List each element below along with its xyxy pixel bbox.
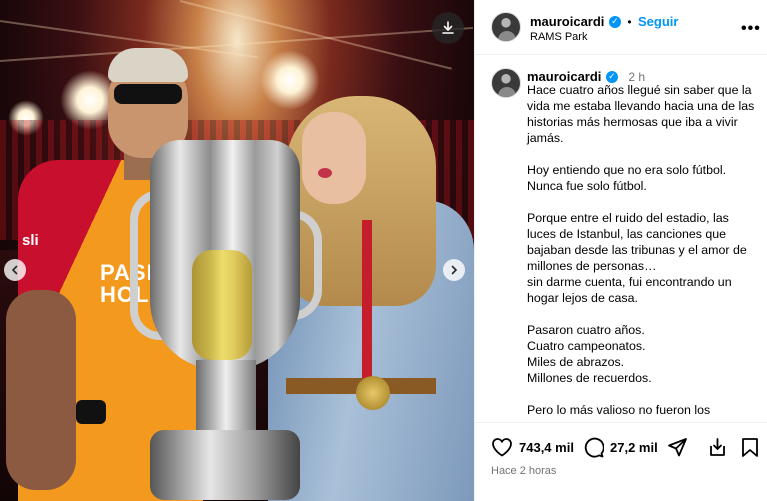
comments-count[interactable]: 27,2 mil: [610, 440, 658, 455]
stadium-light: [260, 50, 320, 110]
header-user-row: mauroicardi ✓ • Seguir: [530, 13, 678, 31]
trophy-base: [150, 430, 300, 500]
follow-button[interactable]: Seguir: [638, 14, 678, 29]
post-actions: 743,4 mil 27,2 mil Hace 2 horas: [475, 422, 767, 501]
bookmark-icon: [742, 438, 758, 457]
post-header: mauroicardi ✓ • Seguir RAMS Park •••: [475, 0, 767, 55]
woman-face: [302, 112, 366, 204]
download-icon: [442, 21, 454, 34]
medal-ribbon: [362, 220, 372, 390]
next-image-button[interactable]: [443, 259, 465, 281]
previous-image-button[interactable]: [4, 259, 26, 281]
caption-area: mauroicardi ✓ 2 h Hace cuatro años llegu…: [475, 56, 767, 422]
player-watch: [76, 400, 106, 424]
chevron-right-icon: [451, 265, 458, 275]
roof-beam: [179, 0, 452, 70]
medal: [356, 376, 390, 410]
like-action[interactable]: 743,4 mil: [491, 437, 574, 457]
username-link[interactable]: mauroicardi: [530, 14, 604, 29]
likes-count[interactable]: 743,4 mil: [519, 440, 574, 455]
avatar[interactable]: [491, 68, 521, 98]
heart-icon: [492, 438, 512, 457]
trophy-gold-panel: [192, 250, 252, 360]
trophy-stem: [196, 360, 256, 440]
share-button[interactable]: [667, 437, 688, 458]
repost-button[interactable]: [707, 437, 728, 458]
more-options-button[interactable]: •••: [741, 20, 761, 38]
verified-badge-icon: ✓: [608, 15, 621, 28]
player-arm: [6, 290, 76, 490]
save-button[interactable]: [741, 437, 759, 458]
post-timestamp: Hace 2 horas: [491, 465, 557, 477]
separator-dot: •: [627, 15, 632, 29]
verified-badge-icon: ✓: [605, 70, 618, 83]
player-sunglasses: [114, 84, 182, 104]
comment-action[interactable]: 27,2 mil: [583, 437, 658, 458]
avatar[interactable]: [491, 12, 521, 42]
jersey-side-text: sli: [22, 232, 39, 249]
post-side-panel: mauroicardi ✓ • Seguir RAMS Park ••• mau…: [474, 0, 767, 501]
post-photo[interactable]: sli PASHA HOLD: [0, 0, 474, 501]
repost-icon: [710, 438, 725, 456]
caption-text: Hace cuatro años llegué sin saber que la…: [527, 83, 755, 417]
send-icon: [668, 438, 687, 457]
player-hair: [108, 48, 188, 82]
woman-lips: [318, 168, 332, 178]
chevron-left-icon: [11, 265, 18, 275]
comment-icon: [584, 437, 604, 458]
location-link[interactable]: RAMS Park: [530, 31, 587, 43]
download-button[interactable]: [432, 12, 464, 44]
